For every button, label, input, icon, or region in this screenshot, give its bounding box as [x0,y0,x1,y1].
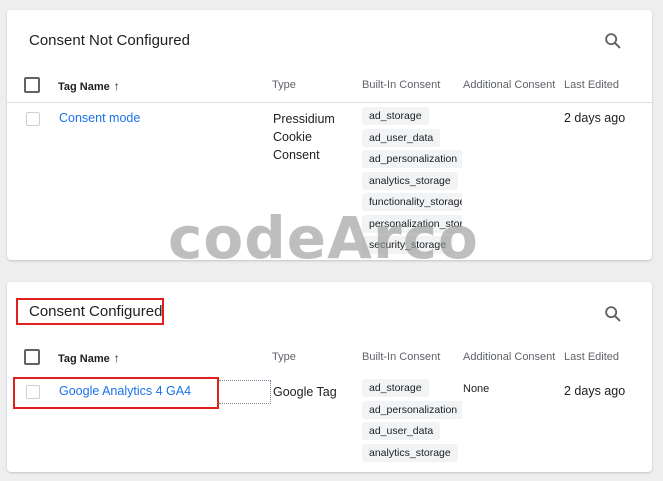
type-line: Cookie [273,130,312,144]
row-checkbox[interactable] [26,112,40,126]
table-header: Tag Name ↑ Type Built-In Consent Addition… [7,72,652,103]
column-header-tag-name[interactable]: Tag Name ↑ [58,351,120,365]
column-header-last-edited[interactable]: Last Edited [564,79,619,91]
last-edited: 2 days ago [564,384,626,398]
consent-chip: security_storage [362,236,454,254]
built-in-consent-list: ad_storage ad_user_data ad_personalizati… [362,107,462,258]
table-header: Tag Name ↑ Type Built-In Consent Addition… [7,344,652,374]
column-label: Tag Name [58,353,110,365]
consent-chip: ad_storage [362,107,429,125]
tag-name-link[interactable]: Google Analytics 4 GA4 [59,384,191,398]
search-button[interactable] [602,30,624,52]
consent-chip: functionality_storage [362,193,462,211]
consent-chip: analytics_storage [362,171,458,190]
type-line: Google Tag [273,385,337,399]
panel-title: Consent Not Configured [29,32,190,49]
consent-chip: ad_user_data [362,128,441,147]
select-all-checkbox[interactable] [24,77,40,93]
consent-chip: personalization_storage [362,214,462,233]
select-all-checkbox[interactable] [24,349,40,365]
panel-title: Consent Configured [29,303,163,320]
column-label: Tag Name [58,81,110,93]
search-icon [605,306,621,322]
type-line: Consent [273,148,320,162]
search-icon [605,33,621,49]
consent-chip: ad_user_data [362,422,441,440]
consent-chip: ad_personalization [362,400,462,419]
column-header-type[interactable]: Type [272,351,296,363]
column-header-tag-name[interactable]: Tag Name ↑ [58,79,120,93]
tag-name-link[interactable]: Consent mode [59,111,140,125]
built-in-consent-list: ad_storage ad_personalization ad_user_da… [362,379,462,465]
consent-chip: ad_storage [362,379,429,397]
column-header-additional-consent[interactable]: Additional Consent [463,351,555,363]
column-header-built-in-consent[interactable]: Built-In Consent [362,79,440,91]
additional-consent: None [463,383,490,395]
consent-chip: ad_personalization [362,150,462,168]
search-button[interactable] [602,303,624,325]
consent-chip: analytics_storage [362,443,458,462]
arrow-up-icon: ↑ [113,79,120,93]
column-header-last-edited[interactable]: Last Edited [564,351,619,363]
last-edited: 2 days ago [564,111,626,125]
consent-not-configured-panel: Consent Not Configured Tag Name ↑ Type Bu… [7,10,652,260]
column-header-type[interactable]: Type [272,79,296,91]
type-line: Pressidium [273,112,335,126]
row-checkbox[interactable] [26,385,40,399]
consent-configured-panel: Consent Configured Tag Name ↑ Type Built-… [7,282,652,472]
arrow-up-icon: ↑ [113,351,120,365]
column-header-additional-consent[interactable]: Additional Consent [463,79,555,91]
tag-type: Google Tag [273,383,337,401]
tag-type: Pressidium Cookie Consent [273,110,335,164]
column-header-built-in-consent[interactable]: Built-In Consent [362,351,440,363]
